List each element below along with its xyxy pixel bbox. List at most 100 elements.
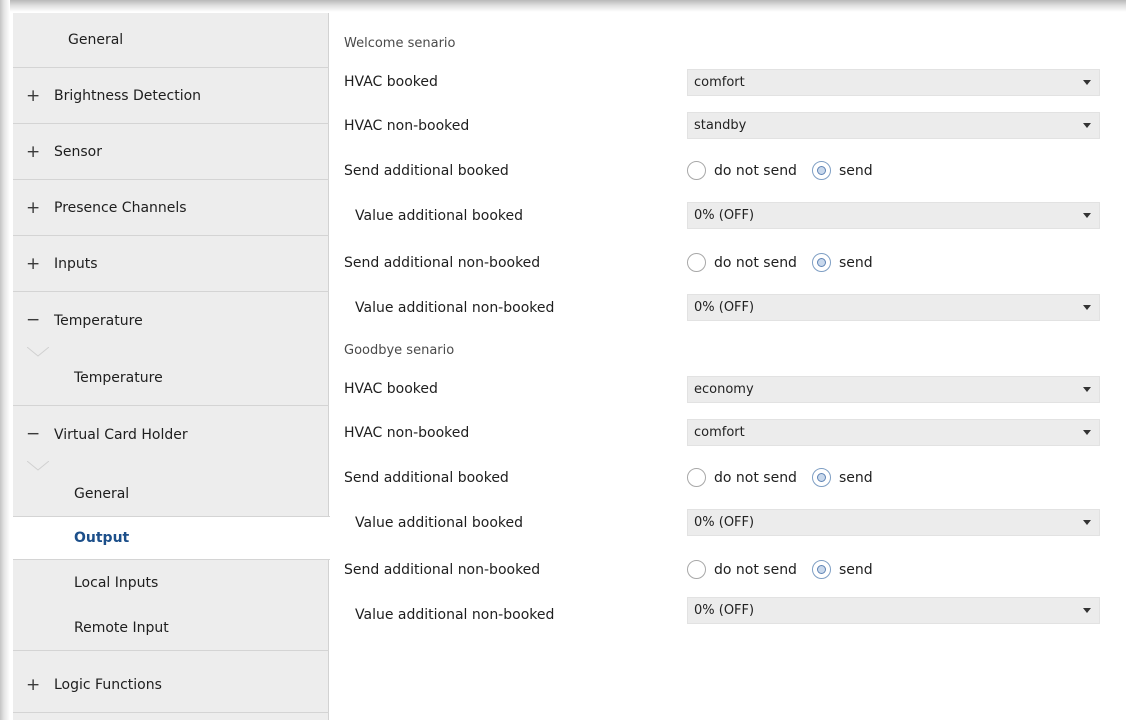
sidebar-item-label: Local Inputs <box>74 575 159 591</box>
sidebar-subitem-remote-input[interactable]: Remote Input <box>13 605 329 651</box>
label-value-additional-booked: Value additional booked <box>355 515 523 531</box>
radio-do-not-send[interactable]: do not send <box>687 468 797 487</box>
radio-label: do not send <box>714 254 797 271</box>
dropdown-hvac-non-booked[interactable]: standby <box>687 112 1100 139</box>
expand-plus-icon[interactable]: + <box>26 87 54 105</box>
dropdown-value: 0% (OFF) <box>694 208 755 223</box>
window-frame: General + Brightness Detection + Sensor … <box>0 0 1126 720</box>
chevron-down-icon <box>1083 123 1091 128</box>
sidebar-item-label: General <box>74 486 130 502</box>
chevron-down-icon <box>1083 608 1091 613</box>
dropdown-hvac-non-booked[interactable]: comfort <box>687 419 1100 446</box>
sidebar-item-brightness-detection[interactable]: + Brightness Detection <box>13 69 329 124</box>
label-value-additional-non-booked: Value additional non-booked <box>355 607 555 623</box>
radio-unchecked-icon <box>687 560 706 579</box>
radio-label: send <box>838 561 873 578</box>
label-send-additional-booked: Send additional booked <box>344 470 509 486</box>
dropdown-value: comfort <box>694 75 745 90</box>
radio-do-not-send[interactable]: do not send <box>687 560 797 579</box>
radio-do-not-send[interactable]: do not send <box>687 161 797 180</box>
radio-do-not-send[interactable]: do not send <box>687 253 797 272</box>
label-send-additional-booked: Send additional booked <box>344 163 509 179</box>
label-send-additional-non-booked: Send additional non-booked <box>344 255 541 271</box>
label-hvac-non-booked: HVAC non-booked <box>344 425 470 441</box>
radio-label: send <box>838 254 873 271</box>
sidebar: General + Brightness Detection + Sensor … <box>13 13 331 720</box>
sidebar-item-presence-channels[interactable]: + Presence Channels <box>13 181 329 236</box>
sidebar-item-label: Output <box>74 530 130 546</box>
dropdown-value-additional-booked[interactable]: 0% (OFF) <box>687 509 1100 536</box>
label-send-additional-non-booked: Send additional non-booked <box>344 562 541 578</box>
chevron-down-icon <box>1083 213 1091 218</box>
label-hvac-non-booked: HVAC non-booked <box>344 118 470 134</box>
dropdown-value-additional-non-booked[interactable]: 0% (OFF) <box>687 294 1100 321</box>
expand-plus-icon[interactable]: + <box>26 143 54 161</box>
sidebar-item-label: Logic Functions <box>54 677 162 693</box>
radio-label: do not send <box>714 561 797 578</box>
radio-label: send <box>838 469 873 486</box>
sidebar-item-label: Temperature <box>74 369 163 386</box>
dropdown-value-additional-booked[interactable]: 0% (OFF) <box>687 202 1100 229</box>
dropdown-value: 0% (OFF) <box>694 603 755 618</box>
radio-send[interactable]: send <box>811 468 873 487</box>
sidebar-item-label: Temperature <box>54 312 143 329</box>
dropdown-value: standby <box>694 118 747 133</box>
collapse-minus-icon[interactable]: − <box>26 312 54 329</box>
chevron-down-icon <box>1083 430 1091 435</box>
radio-checked-icon <box>811 253 831 272</box>
label-value-additional-non-booked: Value additional non-booked <box>355 300 555 316</box>
dropdown-value: 0% (OFF) <box>694 515 755 530</box>
sidebar-item-label: Remote Input <box>74 619 169 636</box>
sidebar-item-sensor[interactable]: + Sensor <box>13 125 329 180</box>
radio-send[interactable]: send <box>811 161 873 180</box>
section-title-goodbye: Goodbye senario <box>344 343 455 358</box>
radio-checked-icon <box>811 468 831 487</box>
radio-checked-icon <box>811 560 831 579</box>
radio-label: send <box>838 162 873 179</box>
sidebar-item-general[interactable]: General <box>13 13 329 68</box>
sidebar-item-inputs[interactable]: + Inputs <box>13 237 329 292</box>
dropdown-hvac-booked[interactable]: comfort <box>687 69 1100 96</box>
sidebar-subitem-temperature[interactable]: Temperature <box>13 350 329 406</box>
sidebar-item-label: Presence Channels <box>54 200 187 216</box>
radio-group-send-additional-booked: do not send send <box>687 464 873 491</box>
group-notch-icon <box>27 461 49 471</box>
expand-plus-icon[interactable]: + <box>26 199 54 217</box>
radio-unchecked-icon <box>687 468 706 487</box>
sidebar-item-label: Inputs <box>54 256 98 272</box>
sidebar-subitem-output[interactable]: Output <box>13 516 331 560</box>
expand-plus-icon[interactable]: + <box>26 676 54 694</box>
parameter-panel: Welcome senario HVAC booked comfort HVAC… <box>330 13 1126 720</box>
sidebar-subitem-local-inputs[interactable]: Local Inputs <box>13 561 329 605</box>
radio-label: do not send <box>714 162 797 179</box>
chevron-down-icon <box>1083 80 1091 85</box>
label-hvac-booked: HVAC booked <box>344 381 438 397</box>
radio-unchecked-icon <box>687 161 706 180</box>
sidebar-item-label: Sensor <box>54 144 102 160</box>
dropdown-value: 0% (OFF) <box>694 300 755 315</box>
radio-label: do not send <box>714 469 797 486</box>
sidebar-item-virtual-card-holder[interactable]: − Virtual Card Holder <box>13 407 329 462</box>
radio-send[interactable]: send <box>811 253 873 272</box>
radio-send[interactable]: send <box>811 560 873 579</box>
collapse-minus-icon[interactable]: − <box>26 426 54 443</box>
expand-plus-icon[interactable]: + <box>26 255 54 273</box>
sidebar-item-temperature[interactable]: − Temperature <box>13 293 329 348</box>
dropdown-value-additional-non-booked[interactable]: 0% (OFF) <box>687 597 1100 624</box>
label-value-additional-booked: Value additional booked <box>355 208 523 224</box>
chevron-down-icon <box>1083 387 1091 392</box>
dropdown-value: economy <box>694 382 754 397</box>
sidebar-subitem-general[interactable]: General <box>13 471 329 517</box>
radio-group-send-additional-non-booked: do not send send <box>687 556 873 583</box>
sidebar-item-label: General <box>68 32 124 48</box>
radio-checked-icon <box>811 161 831 180</box>
chevron-down-icon <box>1083 305 1091 310</box>
sidebar-item-label: Brightness Detection <box>54 88 202 104</box>
radio-unchecked-icon <box>687 253 706 272</box>
radio-group-send-additional-non-booked: do not send send <box>687 249 873 276</box>
section-title-welcome: Welcome senario <box>344 36 456 51</box>
sidebar-item-logic-functions[interactable]: + Logic Functions <box>13 658 329 713</box>
chevron-down-icon <box>1083 520 1091 525</box>
radio-group-send-additional-booked: do not send send <box>687 157 873 184</box>
dropdown-hvac-booked[interactable]: economy <box>687 376 1100 403</box>
